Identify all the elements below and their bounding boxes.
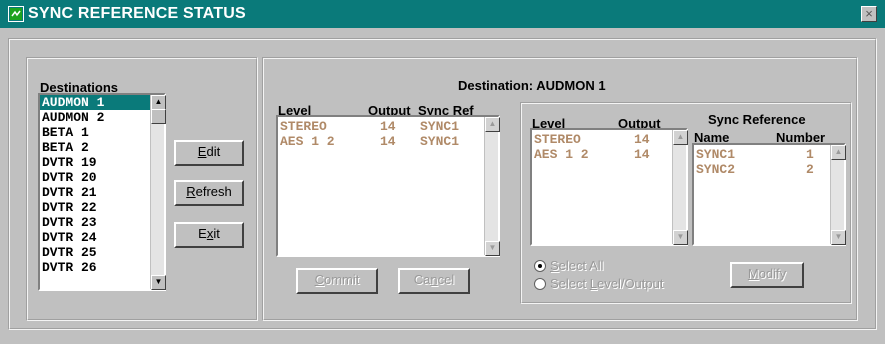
sync-list-scrollbar[interactable]: ▲ ▼ bbox=[830, 145, 846, 245]
table-row[interactable]: SYNC2 2 bbox=[694, 162, 826, 177]
destination-list-item[interactable]: DVTR 22 bbox=[40, 200, 150, 215]
sync-ref-cell: SYNC1 bbox=[420, 134, 460, 149]
destination-list-item[interactable]: DVTR 24 bbox=[40, 230, 150, 245]
sync-reference-title: Sync Reference bbox=[708, 112, 806, 127]
output-cell: 14 bbox=[380, 134, 396, 149]
output-cell: 14 bbox=[380, 119, 396, 134]
scroll-down-arrow-icon[interactable]: ▼ bbox=[151, 275, 166, 290]
destination-header: Destination: AUDMON 1 bbox=[458, 78, 606, 93]
exit-button[interactable]: Exit bbox=[174, 222, 244, 248]
level-list-scrollbar[interactable]: ▲ ▼ bbox=[672, 130, 688, 245]
scroll-thumb[interactable] bbox=[151, 109, 166, 124]
destination-list-item[interactable]: BETA 2 bbox=[40, 140, 150, 155]
modify-button[interactable]: Modify bbox=[730, 262, 804, 288]
current-assignment-list[interactable]: STEREO 14 SYNC1 AES 1 2 14 SYNC1 ▲ ▼ bbox=[276, 115, 500, 257]
sync-number-cell: 2 bbox=[806, 162, 814, 177]
level-output-list[interactable]: STEREO 14 AES 1 2 14 ▲ ▼ bbox=[530, 128, 688, 246]
destination-list-item[interactable]: DVTR 19 bbox=[40, 155, 150, 170]
table-row[interactable]: AES 1 2 14 bbox=[532, 147, 670, 162]
edit-button[interactable]: Edit bbox=[174, 140, 244, 166]
app-window-icon bbox=[8, 6, 24, 22]
sync-ref-cell: SYNC1 bbox=[420, 119, 460, 134]
level-cell: STEREO bbox=[280, 119, 327, 134]
scroll-down-arrow-icon[interactable]: ▼ bbox=[831, 230, 846, 245]
select-level-output-label[interactable]: Select Level/Output bbox=[550, 276, 663, 291]
scroll-up-arrow-icon[interactable]: ▲ bbox=[151, 95, 166, 110]
level-cell: AES 1 2 bbox=[280, 134, 335, 149]
destination-list-item[interactable]: DVTR 21 bbox=[40, 185, 150, 200]
select-all-radio[interactable] bbox=[534, 260, 546, 272]
close-button[interactable]: × bbox=[861, 6, 877, 22]
destination-list-item[interactable]: DVTR 20 bbox=[40, 170, 150, 185]
scroll-up-arrow-icon[interactable]: ▲ bbox=[673, 130, 688, 145]
destination-list-item[interactable]: AUDMON 1 bbox=[40, 95, 150, 110]
sync-reference-list[interactable]: SYNC1 1 SYNC2 2 ▲ ▼ bbox=[692, 143, 846, 246]
refresh-button[interactable]: Refresh bbox=[174, 180, 244, 206]
level-cell: AES 1 2 bbox=[534, 147, 589, 162]
table-row[interactable]: STEREO 14 bbox=[532, 132, 670, 147]
commit-button[interactable]: Commit bbox=[296, 268, 378, 294]
radio-selected-dot bbox=[538, 264, 542, 268]
table-row[interactable]: STEREO 14 SYNC1 bbox=[278, 119, 480, 134]
window-title: SYNC REFERENCE STATUS bbox=[28, 5, 246, 22]
scroll-up-arrow-icon[interactable]: ▲ bbox=[831, 145, 846, 160]
output-cell: 14 bbox=[634, 147, 650, 162]
table-row[interactable]: AES 1 2 14 SYNC1 bbox=[278, 134, 480, 149]
table-row[interactable]: SYNC1 1 bbox=[694, 147, 826, 162]
destinations-scrollbar[interactable]: ▲ ▼ bbox=[150, 95, 166, 290]
destination-list-item[interactable]: DVTR 26 bbox=[40, 260, 150, 275]
destination-list-item[interactable]: DVTR 25 bbox=[40, 245, 150, 260]
sync-number-cell: 1 bbox=[806, 147, 814, 162]
destination-list-item[interactable]: BETA 1 bbox=[40, 125, 150, 140]
output-cell: 14 bbox=[634, 132, 650, 147]
sync-name-cell: SYNC1 bbox=[696, 147, 736, 162]
select-level-output-radio[interactable] bbox=[534, 278, 546, 290]
scroll-down-arrow-icon[interactable]: ▼ bbox=[485, 241, 500, 256]
scroll-up-arrow-icon[interactable]: ▲ bbox=[485, 117, 500, 132]
destinations-list[interactable]: AUDMON 1 AUDMON 2 BETA 1 BETA 2 DVTR 19 DVTR … bbox=[38, 93, 166, 291]
select-all-label[interactable]: Select All bbox=[550, 258, 603, 273]
level-cell: STEREO bbox=[534, 132, 581, 147]
destination-list-item[interactable]: DVTR 23 bbox=[40, 215, 150, 230]
cancel-button[interactable]: Cancel bbox=[398, 268, 470, 294]
sync-name-cell: SYNC2 bbox=[696, 162, 736, 177]
current-list-scrollbar[interactable]: ▲ ▼ bbox=[484, 117, 500, 256]
scroll-down-arrow-icon[interactable]: ▼ bbox=[673, 230, 688, 245]
destination-list-item[interactable]: AUDMON 2 bbox=[40, 110, 150, 125]
